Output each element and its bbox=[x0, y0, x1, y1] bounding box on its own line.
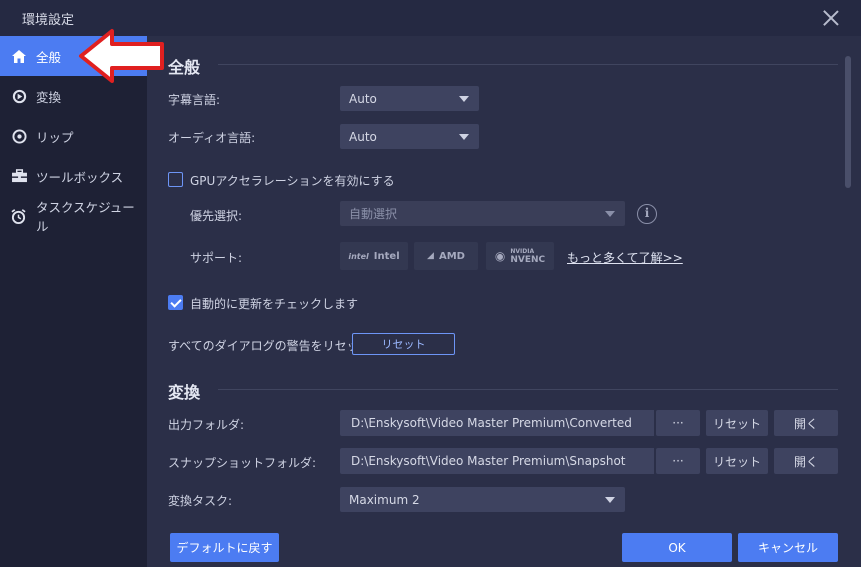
info-icon[interactable]: i bbox=[637, 204, 657, 224]
badge-label: Intel bbox=[373, 250, 400, 262]
sidebar-item-task-schedule[interactable]: タスクスケジュール bbox=[0, 196, 147, 236]
sidebar-item-toolbox[interactable]: ツールボックス bbox=[0, 156, 147, 196]
support-label: サポート: bbox=[190, 251, 243, 265]
browse-snapshot-button[interactable]: ··· bbox=[656, 448, 700, 474]
sidebar-item-label: 変換 bbox=[36, 89, 62, 105]
auto-update-label: 自動的に更新をチェックします bbox=[190, 297, 359, 311]
alarm-clock-icon bbox=[11, 208, 27, 224]
nvidia-eye-icon: ◉ bbox=[494, 249, 506, 263]
select-value: Maximum 2 bbox=[349, 492, 420, 507]
caret-down-icon bbox=[459, 96, 469, 102]
scrollbar[interactable] bbox=[845, 56, 851, 188]
select-value: Auto bbox=[349, 129, 377, 144]
section-title-general: 全般 bbox=[168, 58, 201, 77]
select-value: 自動選択 bbox=[349, 207, 398, 221]
restore-defaults-button[interactable]: デフォルトに戻す bbox=[170, 533, 279, 562]
reset-output-button[interactable]: リセット bbox=[706, 410, 768, 436]
badge-label: AMD bbox=[438, 250, 465, 262]
reset-dialogs-button[interactable]: リセット bbox=[352, 333, 455, 355]
gpu-acceleration-checkbox[interactable] bbox=[168, 172, 183, 187]
home-icon bbox=[11, 48, 27, 64]
sidebar-item-rip[interactable]: リップ bbox=[0, 116, 147, 156]
cancel-button[interactable]: キャンセル bbox=[738, 533, 838, 562]
sidebar-item-label: タスクスケジュール bbox=[35, 200, 135, 234]
disc-icon bbox=[11, 128, 27, 144]
annotation-arrow-icon bbox=[79, 29, 164, 83]
amd-icon: ◢ bbox=[427, 251, 434, 261]
reset-dialogs-label: すべてのダイアログの警告をリセット: bbox=[168, 339, 375, 353]
learn-more-link[interactable]: もっと多くて了解>> bbox=[567, 249, 683, 266]
intel-badge: intel Intel bbox=[340, 242, 408, 270]
sidebar-item-label: リップ bbox=[36, 129, 74, 145]
badge-label: NVENC bbox=[510, 255, 546, 265]
output-folder-field[interactable]: D:\Enskysoft\Video Master Premium\Conver… bbox=[340, 410, 654, 436]
sidebar-item-label: 全般 bbox=[36, 49, 62, 65]
output-folder-label: 出力フォルダ: bbox=[168, 418, 245, 432]
reset-snapshot-button[interactable]: リセット bbox=[706, 448, 768, 474]
gpu-acceleration-label: GPUアクセラレーションを有効にする bbox=[190, 174, 395, 188]
section-divider bbox=[218, 64, 838, 65]
priority-select[interactable]: 自動選択 bbox=[340, 201, 625, 226]
section-divider bbox=[218, 389, 838, 390]
audio-language-select[interactable]: Auto bbox=[340, 124, 479, 149]
open-output-button[interactable]: 開く bbox=[774, 410, 838, 436]
convert-icon bbox=[11, 88, 27, 104]
browse-output-button[interactable]: ··· bbox=[656, 410, 700, 436]
audio-language-label: オーディオ言語: bbox=[168, 131, 256, 145]
auto-update-checkbox[interactable] bbox=[168, 295, 183, 310]
intel-icon: intel bbox=[348, 251, 369, 261]
convert-tasks-select[interactable]: Maximum 2 bbox=[340, 487, 625, 512]
convert-tasks-label: 変換タスク: bbox=[168, 494, 233, 508]
select-value: Auto bbox=[349, 91, 377, 106]
caret-down-icon bbox=[605, 211, 615, 217]
nvidia-label: NVIDIA NVENC bbox=[510, 247, 545, 265]
caret-down-icon bbox=[605, 497, 615, 503]
section-title-convert: 変換 bbox=[168, 383, 201, 402]
ok-button[interactable]: OK bbox=[622, 533, 732, 562]
open-snapshot-button[interactable]: 開く bbox=[774, 448, 838, 474]
sidebar-item-label: ツールボックス bbox=[36, 169, 124, 185]
subtitle-language-select[interactable]: Auto bbox=[340, 86, 479, 111]
nvidia-badge: ◉ NVIDIA NVENC bbox=[486, 242, 554, 270]
priority-label: 優先選択: bbox=[190, 209, 243, 223]
subtitle-language-label: 字幕言語: bbox=[168, 93, 221, 107]
caret-down-icon bbox=[459, 134, 469, 140]
amd-badge: ◢ AMD bbox=[414, 242, 478, 270]
snapshot-folder-label: スナップショットフォルダ: bbox=[168, 456, 317, 470]
window-title: 環境設定 bbox=[22, 13, 75, 28]
toolbox-icon bbox=[11, 168, 27, 184]
snapshot-folder-field[interactable]: D:\Enskysoft\Video Master Premium\Snapsh… bbox=[340, 448, 654, 474]
close-icon[interactable] bbox=[821, 8, 841, 28]
sidebar: 全般 変換 リップ ツールボックス タスクスケジュール bbox=[0, 36, 147, 567]
